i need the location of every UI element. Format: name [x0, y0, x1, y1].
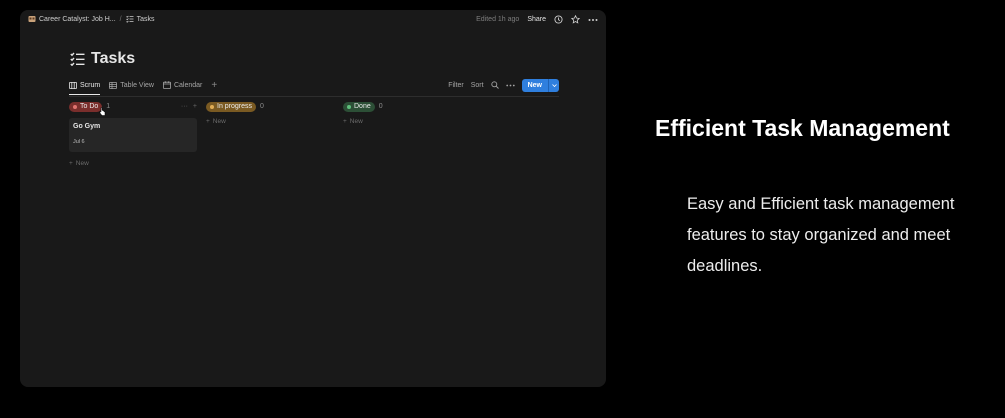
star-icon[interactable] — [571, 15, 580, 24]
plus-icon: + — [206, 117, 210, 125]
tab-scrum-label: Scrum — [80, 81, 101, 89]
breadcrumb-workspace[interactable]: Career Catalyst: Job H... — [28, 15, 116, 23]
add-card-label: New — [349, 117, 363, 125]
plus-icon: + — [343, 117, 347, 125]
add-card-label: New — [212, 117, 226, 125]
board-column-todo: To Do 1 ··· + Go Gym Jul 6 + New — [69, 101, 197, 168]
chevron-down-icon[interactable] — [548, 78, 559, 92]
column-count: 1 — [106, 103, 111, 110]
checklist-icon — [70, 52, 85, 66]
share-button[interactable]: Share — [527, 16, 546, 23]
view-bar: Scrum Table View Calendar + Filter Sort — [69, 77, 559, 95]
tab-table-view-label: Table View — [120, 81, 154, 89]
status-dot — [210, 104, 214, 109]
column-header: To Do 1 ··· + — [69, 101, 197, 112]
status-badge[interactable]: In progress — [206, 101, 257, 112]
column-count: 0 — [260, 103, 264, 110]
column-header: Done 0 — [343, 101, 471, 112]
tab-calendar-label: Calendar — [173, 81, 203, 89]
status-label: In progress — [217, 103, 253, 110]
plus-icon: + — [69, 159, 73, 167]
task-card[interactable]: Go Gym Jul 6 — [69, 118, 197, 152]
sort-button[interactable]: Sort — [471, 82, 484, 89]
workspace-logo-icon — [28, 15, 36, 23]
hand-cursor-icon — [99, 103, 106, 121]
page-title-text: Tasks — [91, 50, 136, 67]
status-label: Done — [354, 103, 371, 110]
add-card-button[interactable]: + New — [343, 116, 471, 126]
board-column-in-progress: In progress 0 + New — [206, 101, 334, 126]
new-button[interactable]: New — [521, 78, 559, 92]
edited-status: Edited 1h ago — [476, 16, 520, 23]
board-column-done: Done 0 + New — [343, 101, 471, 126]
add-card-label: New — [75, 159, 89, 167]
breadcrumb: Career Catalyst: Job H... / Tasks — [28, 15, 155, 23]
add-card-button[interactable]: + New — [206, 116, 334, 126]
new-button-label[interactable]: New — [522, 79, 548, 92]
board-icon — [69, 81, 77, 89]
calendar-icon — [162, 81, 171, 89]
column-header: In progress 0 — [206, 101, 334, 112]
checklist-icon — [125, 15, 134, 23]
status-label: To Do — [80, 103, 99, 110]
tab-calendar[interactable]: Calendar — [162, 77, 203, 93]
add-card-button[interactable]: + New — [69, 158, 197, 168]
filter-button[interactable]: Filter — [448, 82, 464, 89]
card-title: Go Gym — [73, 123, 101, 130]
more-options-icon[interactable]: ··· — [181, 103, 188, 110]
add-view-icon[interactable]: + — [211, 80, 217, 91]
top-actions: Edited 1h ago Share — [476, 15, 598, 24]
column-tools: ··· + — [181, 103, 197, 110]
tab-scrum[interactable]: Scrum — [69, 77, 101, 95]
more-options-icon[interactable] — [588, 18, 598, 22]
status-dot — [73, 104, 77, 109]
status-badge[interactable]: To Do — [69, 101, 103, 112]
view-bar-divider — [69, 96, 559, 97]
card-date: Jul 6 — [73, 139, 85, 145]
app-window: Career Catalyst: Job H... / Tasks Edited… — [20, 10, 606, 387]
page-title: Tasks — [70, 50, 135, 68]
add-icon[interactable]: + — [193, 103, 197, 110]
table-icon — [109, 81, 118, 89]
view-actions: Filter Sort New — [448, 77, 559, 93]
status-dot — [347, 104, 351, 109]
column-count: 0 — [378, 103, 383, 110]
tab-table-view[interactable]: Table View — [109, 77, 154, 93]
promo-title: Efficient Task Management — [655, 115, 950, 141]
search-icon[interactable] — [490, 81, 499, 89]
breadcrumb-separator: / — [119, 15, 122, 23]
clock-icon[interactable] — [554, 15, 563, 24]
promo-description: Easy and Efficient task management featu… — [687, 195, 955, 275]
breadcrumb-workspace-label: Career Catalyst: Job H... — [39, 15, 116, 23]
status-badge[interactable]: Done — [343, 101, 375, 112]
breadcrumb-tasks[interactable]: Tasks — [125, 15, 155, 23]
breadcrumb-tasks-label: Tasks — [136, 15, 155, 23]
top-bar: Career Catalyst: Job H... / Tasks Edited… — [20, 10, 606, 30]
more-options-icon[interactable] — [505, 84, 515, 87]
